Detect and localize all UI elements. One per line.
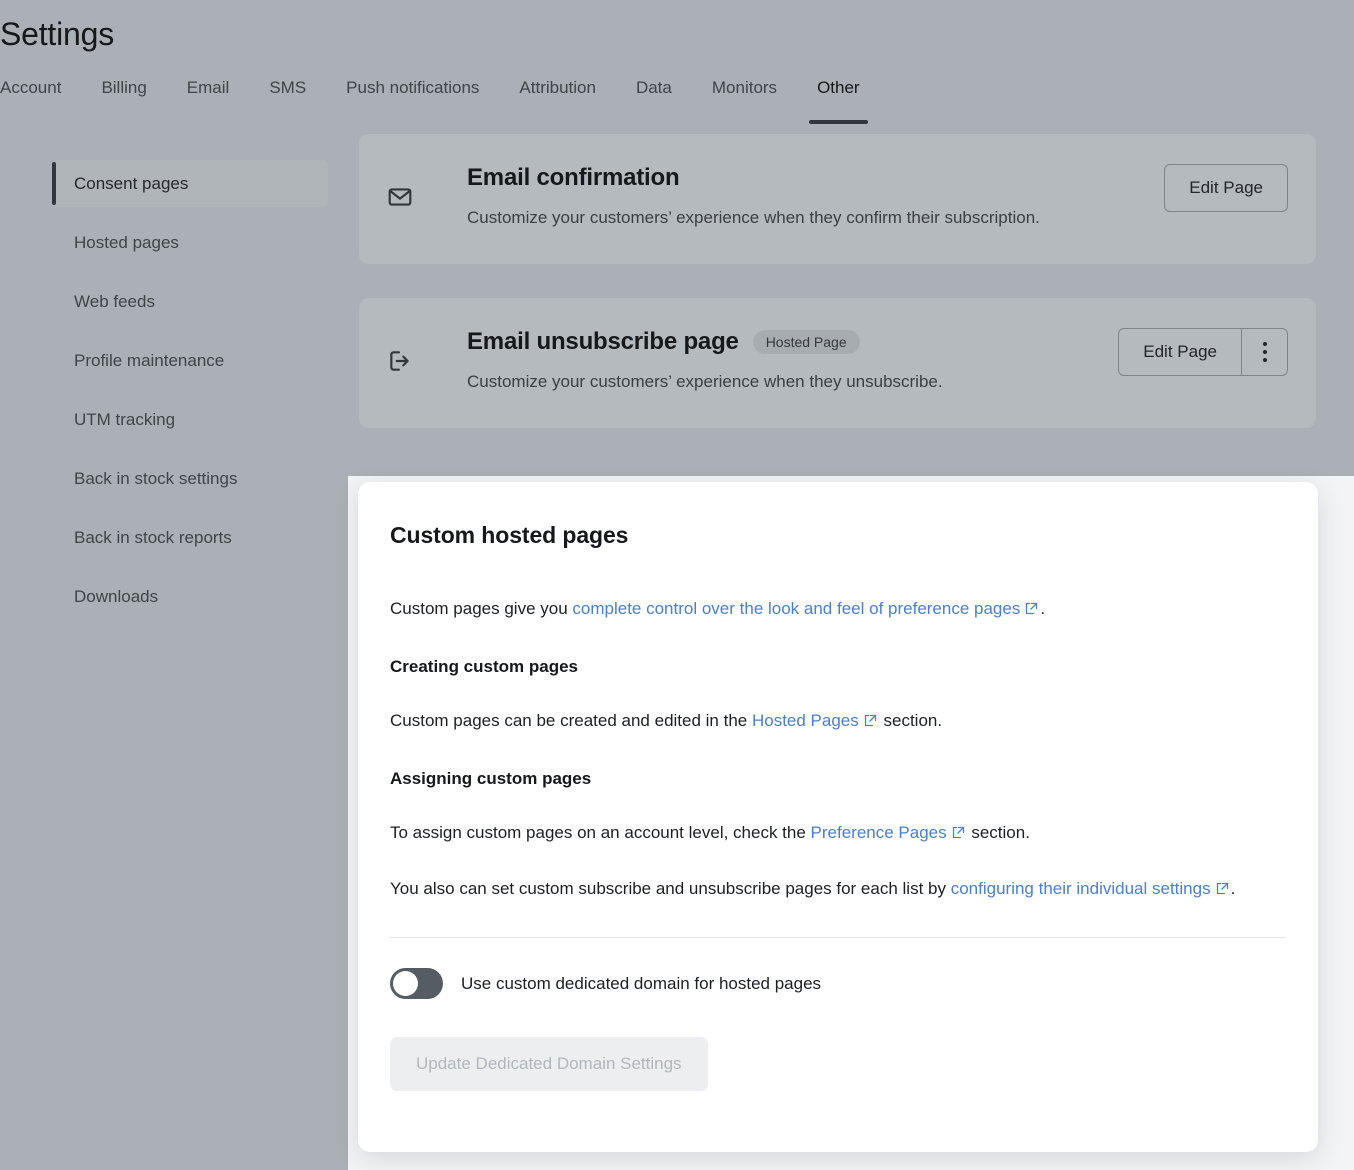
intro-paragraph: Custom pages give you complete control o… [390, 593, 1286, 627]
assigning-custom-pages-heading: Assigning custom pages [390, 769, 1286, 789]
more-options-kebab-icon[interactable] [1241, 329, 1287, 375]
external-link-icon [951, 819, 966, 851]
edit-page-button[interactable]: Edit Page [1119, 329, 1241, 375]
card-description: Customize your customers’ experience whe… [467, 202, 1097, 234]
intro-text-after: . [1040, 599, 1045, 618]
external-link-icon [863, 707, 878, 739]
preference-pages-link[interactable]: Preference Pages [811, 823, 967, 842]
sidebar-item-hosted-pages[interactable]: Hosted pages [52, 219, 328, 266]
sidebar-item-label: Consent pages [74, 174, 188, 194]
card-email-confirmation: Email confirmation Customize your custom… [359, 134, 1316, 264]
envelope-icon [387, 184, 421, 210]
link-label: complete control over the look and feel … [572, 599, 1020, 618]
card-email-unsubscribe-page: Email unsubscribe page Hosted Page Custo… [359, 298, 1316, 428]
consent-pages-cards: Email confirmation Customize your custom… [359, 134, 1316, 462]
tab-billing[interactable]: Billing [81, 76, 166, 124]
assigning-p2-after: . [1231, 879, 1236, 898]
assigning-p1-before: To assign custom pages on an account lev… [390, 823, 811, 842]
link-label: Hosted Pages [752, 711, 859, 730]
page-title: Settings [0, 16, 114, 53]
sidebar-item-back-in-stock-settings[interactable]: Back in stock settings [52, 455, 328, 502]
card-title: Email unsubscribe page [467, 328, 739, 356]
sidebar-item-label: Hosted pages [74, 233, 179, 253]
sidebar-item-label: Downloads [74, 587, 158, 607]
sidebar-item-profile-maintenance[interactable]: Profile maintenance [52, 337, 328, 384]
tab-push-notifications[interactable]: Push notifications [326, 76, 499, 124]
external-link-icon [1024, 595, 1039, 627]
creating-text-before: Custom pages can be created and edited i… [390, 711, 752, 730]
intro-text-before: Custom pages give you [390, 599, 572, 618]
panel-divider [390, 937, 1286, 938]
tab-other[interactable]: Other [797, 76, 880, 124]
exit-icon [387, 348, 421, 374]
tab-email[interactable]: Email [167, 76, 250, 124]
card-description: Customize your customers’ experience whe… [467, 366, 1097, 398]
sidebar-item-label: Back in stock reports [74, 528, 232, 548]
individual-settings-link[interactable]: configuring their individual settings [951, 879, 1231, 898]
sidebar-item-back-in-stock-reports[interactable]: Back in stock reports [52, 514, 328, 561]
panel-title: Custom hosted pages [390, 522, 1286, 549]
assigning-p2-before: You also can set custom subscribe and un… [390, 879, 951, 898]
link-label: configuring their individual settings [951, 879, 1211, 898]
sidebar-item-label: Back in stock settings [74, 469, 237, 489]
tab-account[interactable]: Account [0, 76, 81, 124]
dedicated-domain-toggle-label: Use custom dedicated domain for hosted p… [461, 974, 821, 994]
creating-paragraph: Custom pages can be created and edited i… [390, 705, 1286, 739]
assigning-p1-after: section. [967, 823, 1030, 842]
dedicated-domain-toggle-row: Use custom dedicated domain for hosted p… [390, 968, 1286, 999]
sidebar-item-label: Profile maintenance [74, 351, 224, 371]
toggle-knob [393, 971, 418, 996]
preference-pages-control-link[interactable]: complete control over the look and feel … [572, 599, 1040, 618]
settings-tabs: Account Billing Email SMS Push notificat… [0, 76, 880, 124]
external-link-icon [1215, 875, 1230, 907]
link-label: Preference Pages [811, 823, 947, 842]
sidebar-item-utm-tracking[interactable]: UTM tracking [52, 396, 328, 443]
tab-attribution[interactable]: Attribution [499, 76, 616, 124]
sidebar-item-downloads[interactable]: Downloads [52, 573, 328, 620]
assigning-paragraph-account-level: To assign custom pages on an account lev… [390, 817, 1286, 851]
sidebar-item-web-feeds[interactable]: Web feeds [52, 278, 328, 325]
card-title: Email confirmation [467, 164, 679, 192]
status-badge: Hosted Page [753, 330, 860, 354]
edit-page-split-button: Edit Page [1118, 328, 1288, 376]
page-header: Settings Account Billing Email SMS Push … [0, 0, 1354, 129]
sidebar-item-label: UTM tracking [74, 410, 175, 430]
creating-text-after: section. [879, 711, 942, 730]
tab-monitors[interactable]: Monitors [692, 76, 797, 124]
edit-page-button[interactable]: Edit Page [1164, 164, 1288, 212]
settings-sidebar: Consent pages Hosted pages Web feeds Pro… [52, 160, 328, 632]
app-root: Settings Account Billing Email SMS Push … [0, 0, 1354, 1170]
assigning-paragraph-list-level: You also can set custom subscribe and un… [390, 873, 1286, 907]
custom-hosted-pages-panel: Custom hosted pages Custom pages give yo… [358, 482, 1318, 1152]
tab-data[interactable]: Data [616, 76, 692, 124]
creating-custom-pages-heading: Creating custom pages [390, 657, 1286, 677]
sidebar-item-consent-pages[interactable]: Consent pages [52, 160, 328, 207]
dedicated-domain-toggle[interactable] [390, 968, 443, 999]
tab-sms[interactable]: SMS [249, 76, 326, 124]
update-dedicated-domain-settings-button[interactable]: Update Dedicated Domain Settings [390, 1037, 708, 1091]
hosted-pages-link[interactable]: Hosted Pages [752, 711, 879, 730]
sidebar-item-label: Web feeds [74, 292, 155, 312]
